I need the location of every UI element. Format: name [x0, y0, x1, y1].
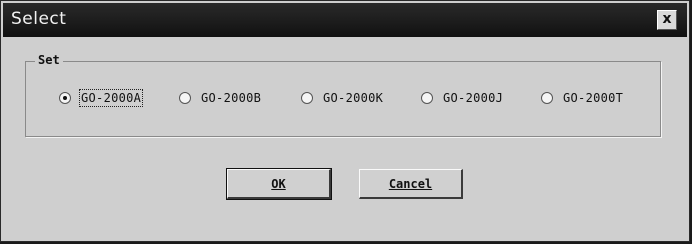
radio-label: GO-2000K — [323, 91, 384, 105]
close-icon: x — [662, 11, 672, 27]
set-groupbox-legend: Set — [35, 53, 63, 67]
radio-unchecked-icon[interactable] — [541, 92, 553, 104]
title-bar: Select x — [3, 3, 687, 37]
window-title: Select — [11, 9, 67, 29]
ok-button-label: OK — [271, 176, 286, 191]
radio-label: GO-2000A — [78, 89, 144, 107]
radio-go-2000b[interactable]: GO-2000B — [179, 89, 261, 107]
cancel-button-label: Cancel — [388, 176, 433, 191]
radio-label: GO-2000B — [201, 91, 262, 105]
radio-label: GO-2000T — [563, 91, 624, 105]
radio-unchecked-icon[interactable] — [421, 92, 433, 104]
radio-label: GO-2000J — [443, 91, 504, 105]
radio-go-2000a[interactable]: GO-2000A — [59, 89, 144, 107]
radio-go-2000t[interactable]: GO-2000T — [541, 89, 623, 107]
cancel-button[interactable]: Cancel — [359, 169, 463, 199]
select-dialog: Select x Set GO-2000A GO-2000B GO-2000K … — [0, 0, 690, 242]
radio-checked-icon[interactable] — [59, 92, 71, 104]
radio-go-2000k[interactable]: GO-2000K — [301, 89, 383, 107]
radio-go-2000j[interactable]: GO-2000J — [421, 89, 503, 107]
ok-button[interactable]: OK — [226, 168, 332, 200]
radio-unchecked-icon[interactable] — [179, 92, 191, 104]
close-button[interactable]: x — [657, 10, 677, 30]
radio-unchecked-icon[interactable] — [301, 92, 313, 104]
